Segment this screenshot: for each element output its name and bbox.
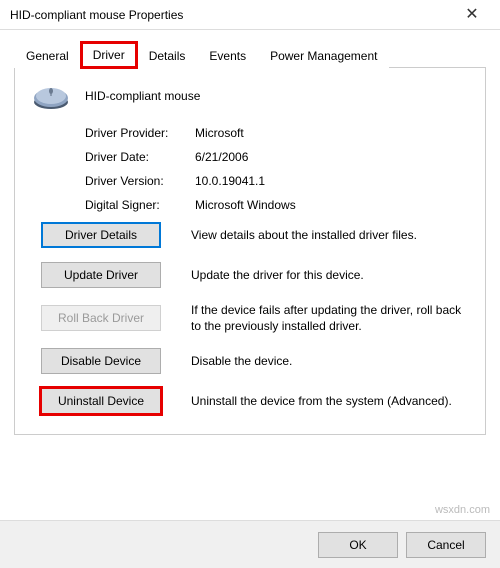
cancel-button[interactable]: Cancel — [406, 532, 486, 558]
driver-details-button[interactable]: Driver Details — [41, 222, 161, 248]
update-driver-button[interactable]: Update Driver — [41, 262, 161, 288]
tab-power-management[interactable]: Power Management — [258, 43, 389, 68]
driver-details-desc: View details about the installed driver … — [171, 227, 469, 243]
uninstall-device-desc: Uninstall the device from the system (Ad… — [171, 393, 469, 409]
tab-bar: General Driver Details Events Power Mana… — [14, 42, 486, 68]
update-driver-desc: Update the driver for this device. — [171, 267, 469, 283]
signer-value: Microsoft Windows — [195, 198, 469, 212]
uninstall-device-button[interactable]: Uninstall Device — [41, 388, 161, 414]
date-label: Driver Date: — [85, 150, 195, 164]
tab-events[interactable]: Events — [197, 43, 258, 68]
mouse-icon — [31, 82, 71, 110]
date-value: 6/21/2006 — [195, 150, 469, 164]
tab-driver[interactable]: Driver — [81, 42, 137, 68]
ok-button[interactable]: OK — [318, 532, 398, 558]
version-value: 10.0.19041.1 — [195, 174, 469, 188]
driver-pane: HID-compliant mouse Driver Provider: Mic… — [14, 68, 486, 435]
device-name: HID-compliant mouse — [85, 89, 200, 103]
disable-device-button[interactable]: Disable Device — [41, 348, 161, 374]
provider-label: Driver Provider: — [85, 126, 195, 140]
watermark: wsxdn.com — [435, 504, 490, 516]
window-title: HID-compliant mouse Properties — [10, 8, 452, 22]
tab-details[interactable]: Details — [137, 43, 198, 68]
disable-device-desc: Disable the device. — [171, 353, 469, 369]
tab-general[interactable]: General — [14, 43, 81, 68]
version-label: Driver Version: — [85, 174, 195, 188]
signer-label: Digital Signer: — [85, 198, 195, 212]
rollback-driver-button: Roll Back Driver — [41, 305, 161, 331]
rollback-driver-desc: If the device fails after updating the d… — [171, 302, 469, 334]
close-icon[interactable]: ✕ — [452, 0, 492, 30]
provider-value: Microsoft — [195, 126, 469, 140]
